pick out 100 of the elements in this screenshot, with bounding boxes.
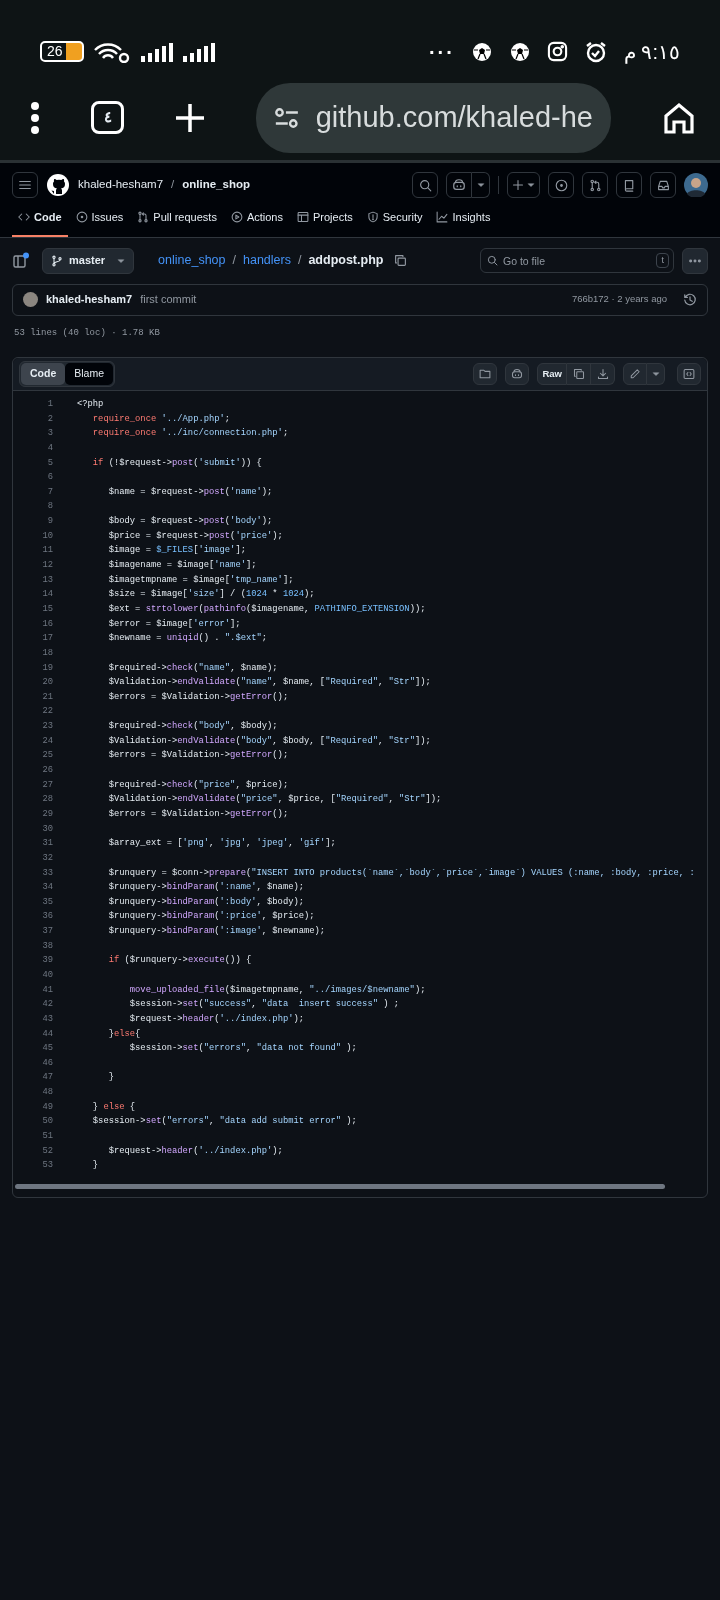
line-number: 10 — [41, 529, 53, 543]
code-line: $request->header('../index.php'); — [107, 1144, 283, 1158]
code-line: $errors = $Validation->getError(); — [107, 749, 289, 763]
copy-button[interactable] — [567, 363, 591, 385]
line-number: 19 — [41, 661, 53, 675]
camera-app-icon — [546, 41, 568, 62]
symbols-button[interactable] — [473, 363, 498, 385]
keyboard-shortcut: t — [656, 252, 669, 269]
avatar[interactable] — [684, 173, 708, 197]
inbox-icon — [656, 178, 670, 192]
search-button[interactable] — [412, 172, 438, 198]
download-icon — [596, 368, 609, 380]
repo-link[interactable]: online_shop — [182, 176, 250, 194]
code-line: if (!$request->post('submit')) { — [91, 456, 262, 470]
line-number: 14 — [41, 588, 53, 602]
code-line: $session->set("success", "data insert success" ) ; — [128, 998, 400, 1012]
repo-tab[interactable]: Code — [12, 203, 68, 237]
commit-author[interactable]: khaled-hesham7 — [46, 291, 133, 308]
code-line: $Validation->endValidate("name", $name, ["Required", "Str"]); — [107, 676, 431, 690]
code-line: $request->header('../index.php'); — [128, 1012, 305, 1026]
inbox-button[interactable] — [650, 172, 676, 198]
caret-icon — [527, 181, 535, 189]
code-panel-icon — [683, 368, 695, 380]
owner-link[interactable]: khaled-hesham7 — [78, 176, 164, 194]
address-bar[interactable]: github.com/khaled-he — [256, 82, 611, 153]
plus-icon — [512, 179, 524, 191]
code-line: $imagename = $image['name']; — [107, 559, 257, 573]
breadcrumb-link[interactable]: online_shop — [158, 251, 226, 270]
github-logo-icon[interactable] — [46, 173, 70, 197]
repo-tab[interactable]: Security — [360, 203, 429, 237]
code-line: $array_ext = ['png', 'jpg', 'jpeg', 'gif']; — [107, 837, 336, 851]
menu-button[interactable] — [12, 172, 38, 198]
branch-icon — [51, 254, 63, 267]
caret-icon — [476, 181, 485, 189]
line-number: 7 — [46, 485, 53, 499]
code-line: $imagetmpname = $image['tmp_name']; — [107, 573, 294, 587]
issues-button[interactable] — [548, 172, 574, 198]
play-icon — [230, 211, 243, 224]
line-number: 38 — [41, 939, 53, 953]
code-line: require_once '../inc/connection.php'; — [91, 427, 289, 441]
raw-button[interactable]: Raw — [537, 363, 567, 385]
book-icon — [622, 178, 636, 192]
edit-menu-button[interactable] — [647, 363, 665, 385]
line-number: 6 — [46, 471, 53, 485]
battery-icon: 26 — [40, 41, 84, 62]
repositories-button[interactable] — [616, 172, 642, 198]
repo-tab[interactable]: Issues — [69, 203, 130, 237]
code-line: } else { — [91, 1100, 136, 1114]
view-toggle[interactable]: Blame — [65, 363, 113, 385]
repo-tab[interactable]: Insights — [430, 203, 497, 237]
code-line: $name = $request->post('name'); — [107, 485, 273, 499]
soccer-ball-icon — [508, 40, 531, 63]
line-number: 9 — [46, 515, 53, 529]
line-number: 3 — [46, 427, 53, 441]
line-number: 42 — [41, 998, 53, 1012]
download-button[interactable] — [591, 363, 615, 385]
edit-button[interactable] — [623, 363, 647, 385]
code-line: $Validation->endValidate("body", $body, ["Required", "Str"]); — [107, 734, 431, 748]
site-settings-icon[interactable] — [274, 105, 300, 130]
more-menu-icon[interactable] — [30, 101, 40, 134]
issue-icon — [75, 211, 88, 224]
more-options-button[interactable] — [682, 247, 708, 274]
home-icon[interactable] — [662, 100, 696, 135]
branch-selector[interactable]: master — [42, 247, 135, 274]
symbols-panel-button[interactable] — [677, 363, 701, 385]
wifi-icon — [92, 40, 132, 63]
line-number: 32 — [41, 851, 53, 865]
line-number: 28 — [41, 793, 53, 807]
code-line: $size = $image['size'] / (1024 * 1024); — [107, 588, 315, 602]
search-icon — [418, 178, 432, 192]
code-line: require_once '../App.php'; — [91, 412, 231, 426]
repo-tab[interactable]: Projects — [290, 203, 359, 237]
author-avatar[interactable] — [23, 292, 38, 307]
sidebar-toggle-icon[interactable] — [12, 251, 30, 270]
pull-requests-button[interactable] — [582, 172, 608, 198]
view-toggle[interactable]: Code — [21, 363, 66, 385]
repo-tab[interactable]: Actions — [224, 203, 289, 237]
tab-count[interactable]: ٤ — [91, 101, 124, 134]
repo-tab[interactable]: Pull requests — [131, 203, 223, 237]
create-new-button[interactable] — [507, 172, 540, 198]
copilot-button[interactable] — [446, 172, 472, 198]
line-number: 20 — [41, 676, 53, 690]
line-number: 41 — [41, 983, 53, 997]
line-number: 47 — [41, 1071, 53, 1085]
commit-info[interactable]: 766b172 · 2 years ago — [571, 292, 667, 307]
copilot-button[interactable] — [505, 363, 530, 385]
issue-icon — [554, 178, 568, 192]
new-tab-icon[interactable] — [175, 102, 205, 133]
code-line: $runquery = $conn->prepare("INSERT INTO products(`name`,`body`,`price`,`image`) VALUES (:name, :body, :price, : — [107, 866, 695, 880]
pull-request-icon — [588, 178, 602, 192]
commit-message[interactable]: first commit — [140, 291, 197, 308]
line-number: 43 — [41, 1012, 53, 1026]
more-notifications: ··· — [428, 39, 455, 65]
breadcrumb-link[interactable]: handlers — [243, 251, 291, 270]
file-name: addpost.php — [308, 252, 384, 270]
code-line: $image = $_FILES['image']; — [107, 544, 246, 558]
line-number: 30 — [41, 822, 53, 836]
code-line: $runquery->bindParam(':image', $newname); — [107, 925, 326, 939]
code-line: <?php — [77, 398, 104, 411]
line-number: 12 — [41, 559, 53, 573]
